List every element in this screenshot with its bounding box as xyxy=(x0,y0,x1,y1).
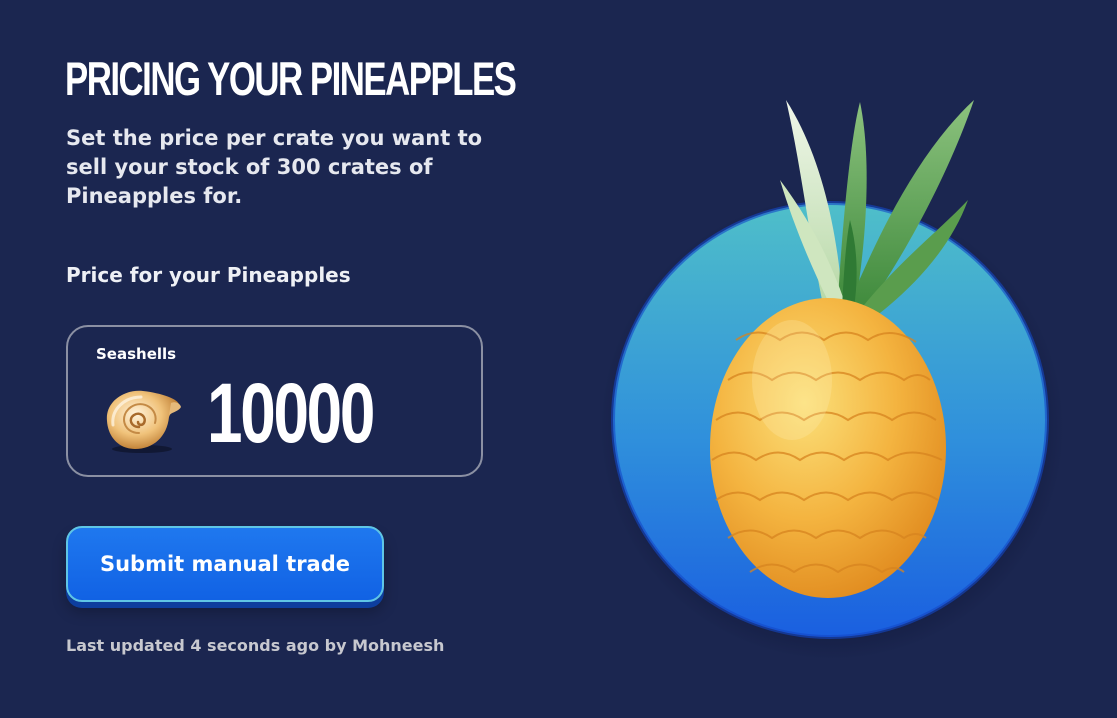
last-updated-text: Last updated 4 seconds ago by Mohneesh xyxy=(66,636,445,655)
submit-manual-trade-button[interactable]: Submit manual trade xyxy=(66,526,384,602)
page-title: PRICING YOUR PINEAPPLES xyxy=(65,52,517,105)
page-description: Set the price per crate you want to sell… xyxy=(66,126,483,208)
seashell-icon xyxy=(106,390,181,453)
currency-label: Seashells xyxy=(96,345,177,363)
pineapple-icon xyxy=(600,100,1064,660)
price-value: 10000 xyxy=(207,366,375,460)
price-input[interactable]: Seashells 10000 xyxy=(66,325,483,477)
price-section-label: Price for your Pineapples xyxy=(66,263,351,287)
